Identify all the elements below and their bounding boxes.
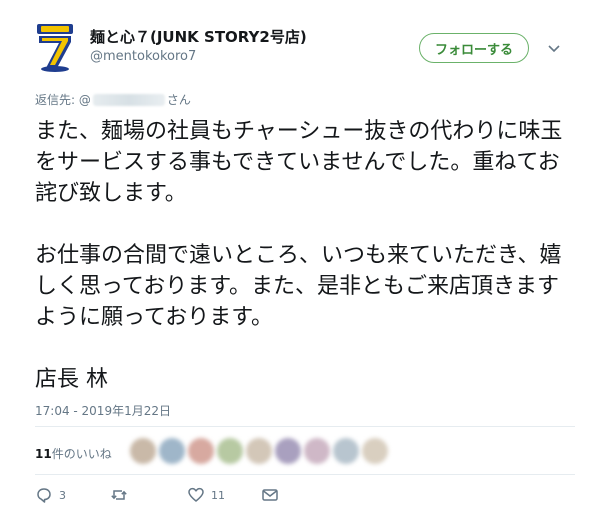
reply-to-prefix: 返信先: @ <box>35 93 91 107</box>
divider <box>35 426 575 427</box>
tweet-timestamp[interactable]: 17:04 - 2019年1月22日 <box>35 402 171 419</box>
envelope-icon <box>262 489 278 501</box>
like-button[interactable]: 11 <box>187 486 225 504</box>
store-logo-icon <box>37 24 73 72</box>
likes-label: 件のいいね <box>51 447 112 461</box>
tweet-signature: 店長 林 <box>35 367 108 392</box>
liker-avatar[interactable] <box>275 438 301 464</box>
tweet-text: また、麺場の社員もチャーシュー抜きの代わりに味玉をサービスする事もできていません… <box>35 116 575 395</box>
like-count: 11 <box>211 488 225 502</box>
chevron-down-icon[interactable] <box>546 40 562 56</box>
likes-count: 11 <box>35 447 52 461</box>
liker-avatar[interactable] <box>130 438 156 464</box>
reply-button[interactable]: 3 <box>35 486 66 504</box>
reply-to-line: 返信先: @ さん <box>35 91 191 108</box>
user-handle[interactable]: @mentokokoro7 <box>90 49 196 64</box>
action-bar: 3 11 <box>35 486 335 506</box>
liker-avatar[interactable] <box>246 438 272 464</box>
tweet-paragraph-1: また、麺場の社員もチャーシュー抜きの代わりに味玉をサービスする事もできていません… <box>35 119 563 206</box>
liker-avatar[interactable] <box>304 438 330 464</box>
liker-avatar[interactable] <box>159 438 185 464</box>
display-name[interactable]: 麺と心７(JUNK STORY2号店) <box>90 26 307 47</box>
divider <box>35 474 575 475</box>
avatar[interactable] <box>35 24 75 72</box>
liker-avatar[interactable] <box>333 438 359 464</box>
message-button[interactable] <box>261 486 279 504</box>
liker-avatar[interactable] <box>362 438 388 464</box>
reply-to-suffix: さん <box>166 93 191 107</box>
likes-summary[interactable]: 11件のいいね <box>35 445 112 462</box>
blurred-username <box>92 93 165 106</box>
retweet-button[interactable] <box>110 486 134 504</box>
tweet-paragraph-2: お仕事の合間で遠いところ、いつも来ていただき、嬉しく思っております。また、是非と… <box>35 243 562 330</box>
reply-count: 3 <box>59 488 66 502</box>
liker-avatars <box>130 430 430 472</box>
retweet-icon <box>111 490 127 500</box>
follow-button[interactable]: フォローする <box>419 33 529 63</box>
liker-avatar[interactable] <box>217 438 243 464</box>
heart-icon <box>188 487 204 502</box>
liker-avatar[interactable] <box>188 438 214 464</box>
reply-icon <box>37 488 51 503</box>
